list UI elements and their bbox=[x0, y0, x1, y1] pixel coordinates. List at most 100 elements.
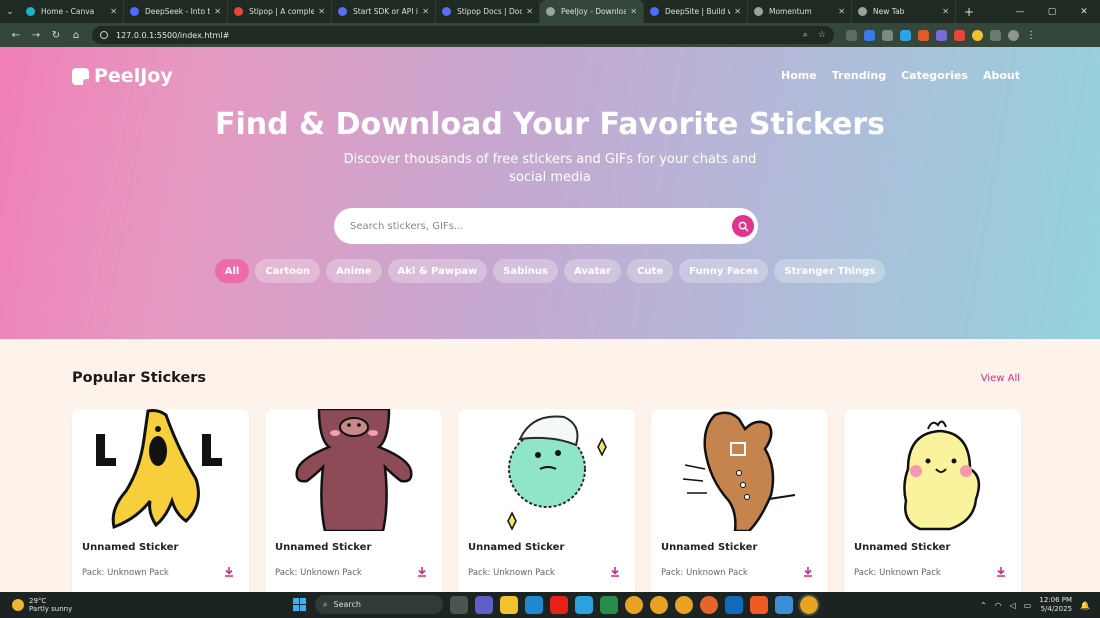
extension-icon[interactable] bbox=[864, 29, 875, 41]
extension-icon[interactable] bbox=[918, 29, 929, 41]
sticker-image[interactable] bbox=[458, 409, 635, 531]
brave-icon[interactable] bbox=[750, 595, 768, 614]
extension-icon[interactable] bbox=[882, 29, 893, 41]
nav-about[interactable]: About bbox=[983, 69, 1020, 82]
app-icon[interactable] bbox=[600, 595, 618, 614]
category-chip[interactable]: Cartoon bbox=[255, 259, 321, 283]
tab-close-icon[interactable]: ✕ bbox=[422, 7, 429, 16]
home-icon[interactable]: ⌂ bbox=[66, 30, 86, 41]
tab-close-icon[interactable]: ✕ bbox=[110, 7, 117, 16]
browser-tab[interactable]: Stipop | A complete s ✕ bbox=[228, 0, 332, 23]
category-chip[interactable]: All bbox=[214, 259, 250, 283]
battery-icon[interactable]: ▭ bbox=[1024, 601, 1032, 610]
sticker-image[interactable] bbox=[651, 409, 828, 531]
nav-categories[interactable]: Categories bbox=[901, 69, 968, 82]
sticker-image[interactable] bbox=[844, 409, 1021, 531]
back-arrow-icon[interactable]: ← bbox=[6, 30, 26, 41]
teams-icon[interactable] bbox=[475, 595, 493, 614]
category-chip[interactable]: Aki & Pawpaw bbox=[387, 259, 488, 283]
sticker-card[interactable]: Unnamed Sticker Pack: Unknown Pack bbox=[651, 409, 828, 592]
nav-home[interactable]: Home bbox=[781, 69, 817, 82]
browser-tab[interactable]: DeepSeek - Into the Unknown✕ bbox=[124, 0, 228, 23]
browser-tab[interactable]: New Tab ✕ bbox=[852, 0, 956, 23]
chrome-icon[interactable] bbox=[650, 595, 668, 614]
category-chip[interactable]: Funny Faces bbox=[679, 259, 769, 283]
sticker-card[interactable]: Unnamed Sticker Pack: Unknown Pack bbox=[458, 409, 635, 592]
windows-start-icon[interactable] bbox=[290, 596, 308, 614]
tab-close-icon[interactable]: ✕ bbox=[734, 7, 741, 16]
notification-bell-icon[interactable]: 🔔 bbox=[1080, 601, 1090, 610]
new-tab-plus-icon[interactable]: + bbox=[956, 5, 982, 19]
category-chip[interactable]: Avatar bbox=[563, 259, 622, 283]
tab-close-icon[interactable]: ✕ bbox=[526, 7, 533, 16]
telegram-icon[interactable] bbox=[575, 595, 593, 614]
sticker-image[interactable] bbox=[265, 409, 442, 531]
clock[interactable]: 12:06 PM 5/4/2025 bbox=[1039, 596, 1072, 614]
tab-close-icon[interactable]: ✕ bbox=[214, 7, 221, 16]
download-icon[interactable] bbox=[609, 566, 621, 578]
outlook-icon[interactable] bbox=[725, 595, 743, 614]
browser-tab[interactable]: Momentum ✕ bbox=[748, 0, 852, 23]
search-button[interactable] bbox=[732, 215, 754, 237]
task-view-icon[interactable] bbox=[450, 595, 468, 614]
maximize-icon[interactable]: ▢ bbox=[1036, 7, 1068, 17]
taskbar-search-box[interactable]: ⌕ Search bbox=[315, 595, 443, 614]
firefox-icon[interactable] bbox=[700, 595, 718, 614]
sticker-image[interactable] bbox=[72, 409, 249, 531]
category-chip[interactable]: Cute bbox=[627, 259, 674, 283]
chrome-icon[interactable] bbox=[675, 595, 693, 614]
category-chip[interactable]: Stranger Things bbox=[774, 259, 886, 283]
close-window-icon[interactable]: ✕ bbox=[1068, 7, 1100, 17]
chevron-up-icon[interactable]: ⌃ bbox=[980, 601, 987, 610]
download-icon[interactable] bbox=[995, 566, 1007, 578]
search-input[interactable] bbox=[350, 220, 732, 232]
tab-search-chevron-icon[interactable]: ⌄ bbox=[0, 0, 20, 23]
sticker-card[interactable]: Unnamed Sticker Pack: Unknown Pack bbox=[265, 409, 442, 592]
menu-kebab-icon[interactable]: ⋮ bbox=[1026, 30, 1036, 41]
sticker-card[interactable]: Unnamed Sticker Pack: Unknown Pack bbox=[844, 409, 1021, 592]
extension-icon[interactable] bbox=[846, 29, 857, 41]
puzzle-icon[interactable] bbox=[990, 29, 1001, 41]
site-info-icon[interactable] bbox=[100, 31, 108, 39]
browser-tab[interactable]: Start SDK or API integ ✕ bbox=[332, 0, 436, 23]
extension-icon[interactable] bbox=[900, 29, 911, 41]
tab-close-icon[interactable]: ✕ bbox=[838, 7, 845, 16]
volume-icon[interactable]: ◁ bbox=[1010, 601, 1016, 610]
extension-icon[interactable] bbox=[972, 29, 983, 41]
sticker-card[interactable]: Unnamed Sticker Pack: Unknown Pack bbox=[72, 409, 249, 592]
tab-close-icon[interactable]: ✕ bbox=[942, 7, 949, 16]
extension-icon[interactable] bbox=[936, 29, 947, 41]
chrome-icon[interactable] bbox=[625, 595, 643, 614]
wifi-icon[interactable]: ◠ bbox=[995, 601, 1002, 610]
site-logo[interactable]: PeelJoy bbox=[72, 65, 173, 87]
url-text[interactable]: 127.0.0.1:5500/index.html# bbox=[116, 31, 803, 40]
tab-favicon-icon bbox=[442, 7, 451, 16]
browser-tab[interactable]: DeepSite | Build with ✕ bbox=[644, 0, 748, 23]
youtube-icon[interactable] bbox=[550, 595, 568, 614]
zoom-icon[interactable]: ⌕ bbox=[803, 30, 808, 40]
reload-icon[interactable]: ↻ bbox=[46, 30, 66, 41]
forward-arrow-icon[interactable]: → bbox=[26, 30, 46, 41]
vscode-icon[interactable] bbox=[525, 595, 543, 614]
profile-avatar[interactable] bbox=[1008, 29, 1019, 41]
weather-widget[interactable]: 29°C Partly sunny bbox=[0, 597, 180, 613]
chrome-active-icon[interactable] bbox=[798, 593, 820, 616]
browser-tab[interactable]: PeelJoy - Download ✕ bbox=[540, 0, 644, 23]
tab-close-icon[interactable]: ✕ bbox=[630, 7, 637, 16]
download-icon[interactable] bbox=[802, 566, 814, 578]
notepad-icon[interactable] bbox=[775, 595, 793, 614]
tab-close-icon[interactable]: ✕ bbox=[318, 7, 325, 16]
address-bar[interactable]: 127.0.0.1:5500/index.html# ⌕ ☆ bbox=[92, 26, 834, 44]
extension-icon[interactable] bbox=[954, 29, 965, 41]
nav-trending[interactable]: Trending bbox=[832, 69, 886, 82]
file-explorer-icon[interactable] bbox=[500, 595, 518, 614]
download-icon[interactable] bbox=[223, 566, 235, 578]
category-chip[interactable]: Sabinus bbox=[493, 259, 558, 283]
minimize-icon[interactable]: — bbox=[1004, 7, 1036, 17]
view-all-link[interactable]: View All bbox=[981, 373, 1020, 384]
download-icon[interactable] bbox=[416, 566, 428, 578]
browser-tab[interactable]: Home - Canva ✕ bbox=[20, 0, 124, 23]
bookmark-star-icon[interactable]: ☆ bbox=[818, 30, 826, 40]
category-chip[interactable]: Anime bbox=[326, 259, 382, 283]
browser-tab[interactable]: Stipop Docs | Docum ✕ bbox=[436, 0, 540, 23]
